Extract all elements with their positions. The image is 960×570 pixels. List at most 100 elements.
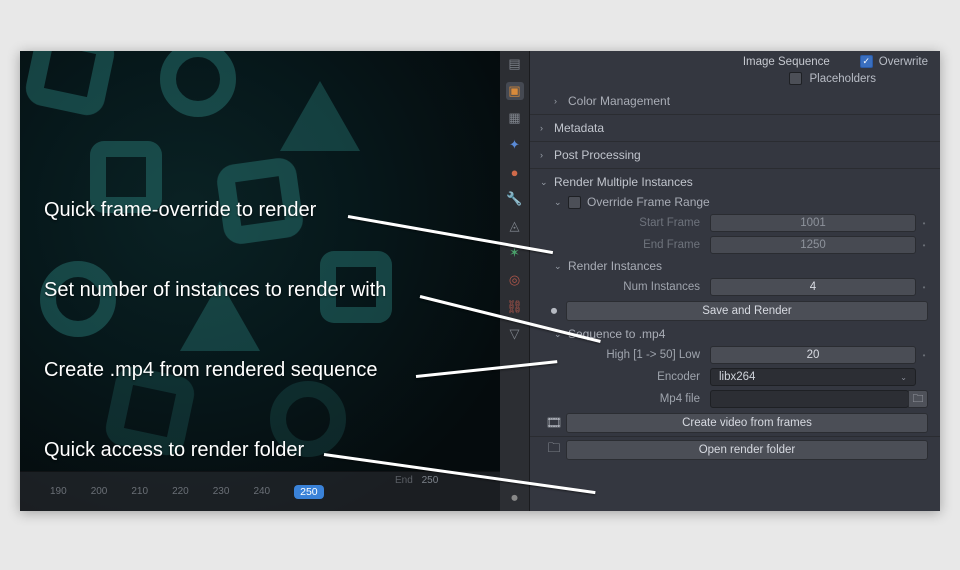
- value: 250: [422, 475, 439, 486]
- chevron-down-icon: ⌄: [540, 177, 548, 188]
- save-and-render-button[interactable]: Save and Render: [566, 301, 928, 321]
- encoder-row: Encoder libx264 ⌄ •: [530, 366, 940, 388]
- mesh-shape: [160, 51, 236, 117]
- timeline-current-frame[interactable]: 250: [294, 485, 324, 499]
- folder-icon: 🗀: [542, 440, 566, 460]
- timeline-tick: 210: [131, 486, 148, 497]
- create-video-button[interactable]: Create video from frames: [566, 413, 928, 433]
- keyframe-dot-icon[interactable]: •: [920, 351, 928, 360]
- placeholders-row: Placeholders: [530, 70, 940, 91]
- mesh-shape: [215, 156, 305, 246]
- start-frame-input[interactable]: 1001: [710, 214, 916, 232]
- keyframe-dot-icon[interactable]: •: [920, 283, 928, 292]
- subsection-override-frame-range[interactable]: ⌄ Override Frame Range: [530, 192, 940, 212]
- section-label: Override Frame Range: [587, 195, 710, 209]
- quality-label: High [1 -> 50] Low: [530, 349, 710, 361]
- keyframe-dot-icon[interactable]: •: [920, 241, 928, 250]
- app-frame: End 250 190 200 210 220 230 240 250 ▤ ▣ …: [20, 51, 940, 511]
- mesh-shape: [180, 281, 260, 351]
- start-frame-label: Start Frame: [530, 217, 710, 229]
- render-icon: ⏺: [542, 301, 566, 321]
- timeline-tick: 200: [91, 486, 108, 497]
- section-color-management[interactable]: › Color Management: [530, 91, 940, 111]
- encoder-value: libx264: [719, 371, 755, 383]
- section-label: Sequence to .mp4: [568, 327, 665, 341]
- overwrite-checkbox[interactable]: ✓: [860, 55, 873, 68]
- tab-output-icon[interactable]: ▣: [506, 82, 524, 100]
- section-label: Color Management: [568, 94, 670, 108]
- chevron-down-icon: ⌄: [554, 329, 562, 340]
- end-frame-row: End Frame 1250 •: [530, 234, 940, 256]
- section-label: Render Multiple Instances: [554, 175, 693, 189]
- section-label: Metadata: [554, 121, 604, 135]
- timeline-end-label: End 250: [395, 475, 438, 486]
- encoder-label: Encoder: [530, 371, 710, 383]
- mesh-shape: [280, 81, 360, 151]
- num-instances-label: Num Instances: [530, 281, 710, 293]
- tab-modifiers-icon[interactable]: ◬: [506, 217, 524, 235]
- placeholders-checkbox[interactable]: [789, 72, 802, 85]
- file-browse-icon[interactable]: 🗀: [908, 390, 928, 408]
- mp4-file-row: Mp4 file 🗀: [530, 388, 940, 410]
- tab-object-icon[interactable]: 🔧: [506, 190, 524, 208]
- chevron-down-icon: ⌄: [900, 373, 907, 382]
- placeholders-label: Placeholders: [810, 73, 876, 85]
- tab-particles-icon[interactable]: ✶: [506, 244, 524, 262]
- timeline[interactable]: End 250 190 200 210 220 230 240 250: [20, 471, 500, 511]
- image-sequence-row: Image Sequence ✓ Overwrite: [530, 51, 940, 70]
- overwrite-label: Overwrite: [879, 56, 928, 68]
- timeline-tick: 190: [50, 486, 67, 497]
- end-frame-label: End Frame: [530, 239, 710, 251]
- mesh-shape: [90, 141, 162, 213]
- section-render-multiple-instances[interactable]: ⌄ Render Multiple Instances: [530, 172, 940, 192]
- mesh-shape: [23, 51, 118, 118]
- mp4-file-label: Mp4 file: [530, 393, 710, 405]
- chevron-down-icon: ⌄: [554, 261, 562, 272]
- chevron-right-icon: ›: [540, 150, 548, 160]
- open-render-folder-button[interactable]: Open render folder: [566, 440, 928, 460]
- num-instances-row: Num Instances 4 •: [530, 276, 940, 298]
- image-sequence-label: Image Sequence: [743, 56, 830, 68]
- timeline-tick: 230: [213, 486, 230, 497]
- end-frame-input[interactable]: 1250: [710, 236, 916, 254]
- quality-input[interactable]: 20: [710, 346, 916, 364]
- properties-panel: Image Sequence ✓ Overwrite Placeholders …: [530, 51, 940, 511]
- encoder-select[interactable]: libx264 ⌄: [710, 368, 916, 386]
- override-range-checkbox[interactable]: [568, 196, 581, 209]
- label: End: [395, 475, 413, 486]
- tab-viewlayer-icon[interactable]: ▦: [506, 109, 524, 127]
- keyframe-dot-icon[interactable]: •: [920, 219, 928, 228]
- create-video-row: 🎞 Create video from frames: [542, 413, 928, 433]
- start-frame-row: Start Frame 1001 •: [530, 212, 940, 234]
- mesh-shape: [270, 381, 346, 457]
- section-post-processing[interactable]: › Post Processing: [530, 145, 940, 165]
- mesh-shape: [320, 251, 392, 323]
- quality-row: High [1 -> 50] Low 20 •: [530, 344, 940, 366]
- chevron-down-icon: ⌄: [554, 197, 562, 208]
- mesh-shape: [40, 261, 116, 337]
- mp4-file-input[interactable]: [710, 390, 909, 408]
- tab-physics-icon[interactable]: ◎: [506, 271, 524, 289]
- section-label: Render Instances: [568, 259, 662, 273]
- film-icon: 🎞: [542, 413, 566, 433]
- tab-data-icon[interactable]: ▽: [506, 325, 524, 343]
- timeline-tick: 220: [172, 486, 189, 497]
- subsection-sequence-to-mp4[interactable]: ⌄ Sequence to .mp4: [530, 324, 940, 344]
- mesh-shape: [103, 364, 198, 459]
- num-instances-input[interactable]: 4: [710, 278, 916, 296]
- section-metadata[interactable]: › Metadata: [530, 118, 940, 138]
- chevron-right-icon: ›: [554, 96, 562, 106]
- subsection-render-instances[interactable]: ⌄ Render Instances: [530, 256, 940, 276]
- save-and-render-row: ⏺ Save and Render: [542, 301, 928, 321]
- render-icon[interactable]: ⏺: [506, 489, 524, 507]
- tab-render-icon[interactable]: ▤: [506, 55, 524, 73]
- tab-constraints-icon[interactable]: ⛓: [506, 298, 524, 316]
- tab-world-icon[interactable]: ●: [506, 163, 524, 181]
- open-folder-row: 🗀 Open render folder: [542, 440, 928, 460]
- section-label: Post Processing: [554, 148, 641, 162]
- chevron-right-icon: ›: [540, 123, 548, 133]
- properties-tab-strip: ▤ ▣ ▦ ✦ ● 🔧 ◬ ✶ ◎ ⛓ ▽ ⏺: [500, 51, 530, 511]
- viewport-3d[interactable]: End 250 190 200 210 220 230 240 250: [20, 51, 500, 511]
- timeline-tick: 240: [253, 486, 270, 497]
- tab-scene-icon[interactable]: ✦: [506, 136, 524, 154]
